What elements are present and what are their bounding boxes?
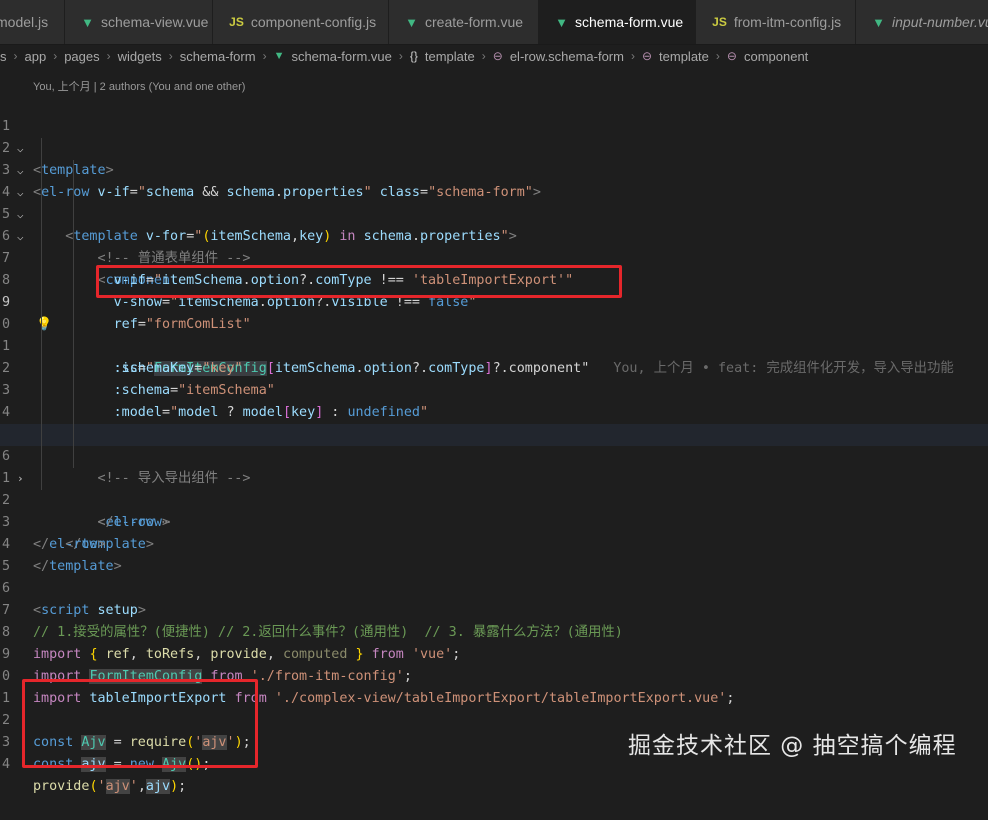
tab-from-itm-config[interactable]: JS from-itm-config.js [696,0,857,44]
code-line: 2 </template> [0,468,988,552]
breadcrumb-item[interactable]: pages [64,49,99,64]
watermark: 掘金技术社区 @ 抽空搞个编程 [628,733,957,759]
tab-component-config[interactable]: JS component-config.js [213,0,390,44]
code-line: 3 </el-row> [0,490,988,552]
code-line: 4 ⌵ <!-- 普通表单组件 --> [0,160,988,266]
code-line: 4 </template> [0,512,988,574]
vue-file-icon: ▼ [273,50,285,62]
tab-model-js[interactable]: model.js [0,0,66,44]
code-line-folded: 6 › <el-row ⋯ [0,424,988,530]
breadcrumb-item[interactable]: schema-form [180,49,256,64]
chevron-right-icon: › [262,49,267,63]
breadcrumb-item[interactable]: app [25,49,47,64]
tab-label: model.js [0,14,49,30]
code-line: 5 [0,534,988,574]
breadcrumb-item[interactable]: schema-form.vue [291,49,391,64]
code-line: 2 :model="model ? model[key] : undefined… [0,336,988,420]
code-line: 5 <!-- 导入导出组件 --> [0,402,988,486]
code-line: 3 ></component> [0,358,988,442]
element-icon: ⊖ [492,49,503,63]
vue-file-icon: ▼ [872,14,886,30]
editor-tab-bar: model.js ▼ schema-view.vue JS component-… [0,0,988,45]
breadcrumb-item[interactable]: widgets [118,49,162,64]
tab-label: schema-form.vue [575,14,684,30]
code-line: 0 import tableImportExport from './compl… [0,644,988,706]
code-line: 7 v-show="itemSchema.option?.visible !==… [0,226,988,310]
vue-file-icon: ▼ [405,14,419,30]
js-file-icon: JS [229,15,244,29]
chevron-right-icon: › [630,49,635,63]
code-line: 4 [0,380,988,420]
tab-label: input-number.vue [892,14,988,30]
tab-label: schema-view.vue [101,14,209,30]
code-line: 1 ⌵ <template> [0,94,988,178]
chevron-right-icon: › [106,49,111,63]
vue-file-icon: ▼ [81,14,95,30]
breadcrumb: s › app › pages › widgets › schema-form … [0,44,988,68]
breadcrumb-item[interactable]: el-row.schema-form [510,49,624,64]
chevron-right-icon: › [398,49,403,63]
tab-schema-view[interactable]: ▼ schema-view.vue [65,0,214,44]
tab-label: component-config.js [250,14,377,30]
element-icon: ⊖ [726,49,737,63]
codelens-authors[interactable]: You, 上个月 | 2 authors (You and one other) [33,78,245,94]
element-icon: ⊖ [641,49,653,63]
chevron-right-icon: › [168,49,173,63]
code-line: 6 <script setup> [0,556,988,618]
code-line: 1 :schema="itemSchema" [0,314,988,398]
code-line: 2 ⌵ <el-row v-if="schema && schema.prope… [0,116,988,200]
js-file-icon: JS [712,15,727,29]
code-line: 1 </el-row> [0,446,988,530]
braces-icon: {} [409,49,418,63]
chevron-right-icon: › [481,49,486,63]
highlight-box-ajv-provide [22,679,258,768]
breadcrumb-item[interactable]: component [744,49,808,64]
code-line: 3 ⌵ <template v-for="(itemSchema,key) in… [0,138,988,244]
code-line: 6 v-if="itemSchema.option?.comType !== '… [0,204,988,288]
highlight-box-is-binding [96,265,622,298]
code-line: 5 ⌵ <component [0,182,988,288]
breadcrumb-item[interactable]: template [425,49,475,64]
chevron-right-icon: › [13,49,18,63]
tab-label: create-form.vue [425,14,524,30]
breadcrumb-item[interactable]: s [0,49,7,64]
code-line: 9 import FormItemConfig from './from-itm… [0,622,988,684]
code-line: 7 // 1.接受的属性？(便捷性) // 2.返回什么事件？(通用性) // … [0,578,988,640]
line-number: 4 [1,757,10,772]
chevron-right-icon: › [715,49,720,63]
tab-label: from-itm-config.js [733,14,842,30]
code-editor[interactable]: 1 ⌵ <template> 2 ⌵ <el-row v-if="schema … [0,94,988,794]
vue-file-icon: ▼ [555,14,569,30]
chevron-right-icon: › [53,49,58,63]
code-line: 8 import { ref, toRefs, provide, compute… [0,600,988,662]
tab-input-number[interactable]: ▼ input-number.vue [856,0,988,44]
breadcrumb-item[interactable]: template [659,49,709,64]
tab-schema-form[interactable]: ▼ schema-form.vue ✕ [539,0,709,44]
tab-create-form[interactable]: ▼ create-form.vue [389,0,540,44]
